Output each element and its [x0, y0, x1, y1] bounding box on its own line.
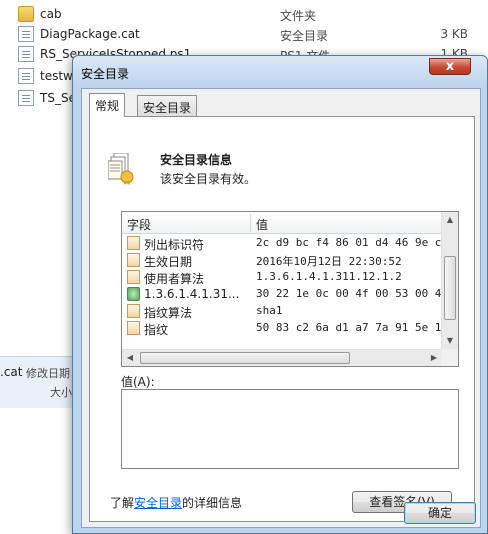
details-extension: .cat — [0, 365, 23, 379]
field-icon — [127, 321, 140, 335]
scroll-right-icon[interactable]: ▶ — [426, 350, 442, 366]
column-separator[interactable] — [250, 214, 251, 232]
file-name: TS_Se — [40, 91, 76, 105]
vertical-scroll-thumb[interactable] — [444, 256, 456, 320]
field-name: 指纹算法 — [144, 306, 193, 320]
title-bar[interactable]: 安全目录 x — [73, 56, 487, 88]
value-textbox[interactable] — [121, 389, 459, 469]
script-file-icon — [18, 46, 34, 62]
field-name: 使用者算法 — [144, 272, 205, 286]
field-value: 1.3.6.1.4.1.311.12.1.2 — [256, 270, 402, 283]
field-value: 30 22 1e 0c 00 4f 00 53 00 4... — [256, 287, 442, 300]
learn-more-text: 了解安全目录的详细信息 — [110, 494, 242, 511]
field-icon — [127, 236, 140, 250]
close-icon: x — [445, 59, 455, 74]
field-value: 2016年10月12日 22:30:52 — [256, 255, 402, 268]
file-name: testw — [40, 69, 73, 83]
general-tab-panel: 安全目录信息 该安全目录有效。 字段 值 列出标识符 2c d9 bc f4 8… — [89, 116, 475, 522]
extension-icon — [127, 287, 140, 301]
tab-security-catalog[interactable]: 安全目录 — [137, 95, 198, 117]
learn-more-link[interactable]: 安全目录 — [134, 496, 182, 510]
field-name: 列出标识符 — [144, 238, 205, 252]
field-name: 生效日期 — [144, 255, 193, 269]
list-item[interactable]: 指纹算法 sha1 — [122, 303, 442, 320]
file-row-cab[interactable]: cab 文件夹 — [18, 4, 488, 24]
list-item[interactable]: 生效日期 2016年10月12日 22:30:52 — [122, 252, 442, 269]
file-name: cab — [40, 7, 62, 21]
value-label: 值(A): — [121, 375, 155, 389]
file-type: 安全目录 — [280, 29, 329, 43]
column-value[interactable]: 值 — [256, 216, 268, 233]
list-item[interactable]: 指纹 50 83 c2 6a d1 a7 7a 91 5e 1... — [122, 320, 442, 337]
file-name: DiagPackage.cat — [40, 27, 140, 41]
details-pane: .cat 修改日期 大小 — [0, 356, 80, 408]
horizontal-scrollbar[interactable]: ◀ ▶ — [122, 349, 442, 366]
tab-label: 常规 — [95, 99, 120, 113]
details-size-label: 大小 — [50, 386, 72, 399]
tab-label: 安全目录 — [143, 101, 192, 115]
script-file-icon — [18, 90, 34, 106]
list-item[interactable]: 使用者算法 1.3.6.1.4.1.311.12.1.2 — [122, 269, 442, 286]
info-description: 该安全目录有效。 — [160, 172, 257, 186]
file-size: 3 KB — [440, 27, 468, 41]
field-value: 2c d9 bc f4 86 01 d4 46 9e c... — [256, 236, 442, 249]
tab-general[interactable]: 常规 — [89, 93, 126, 117]
field-icon — [127, 253, 140, 267]
scroll-down-icon[interactable]: ▼ — [442, 333, 458, 349]
scroll-left-icon[interactable]: ◀ — [122, 350, 138, 366]
catalog-info-icon — [108, 153, 134, 185]
details-modified-label: 修改日期 — [26, 367, 70, 380]
vertical-scrollbar[interactable]: ▲ ▼ — [441, 212, 458, 349]
scroll-corner — [441, 349, 458, 366]
file-icon — [18, 68, 34, 84]
field-icon — [127, 304, 140, 318]
field-name: 指纹 — [144, 323, 169, 337]
info-title: 安全目录信息 — [160, 153, 233, 167]
folder-icon — [18, 6, 34, 22]
field-name: 1.3.6.1.4.1.31... — [144, 287, 240, 301]
dialog-client: 常规 安全目录 安全目录信息 该安全目录有效。 字段 值 列出标识符 2c d9… — [81, 88, 481, 528]
learn-prefix: 了解 — [110, 496, 135, 510]
column-field[interactable]: 字段 — [127, 216, 151, 233]
list-item[interactable]: 列出标识符 2c d9 bc f4 86 01 d4 46 9e c... — [122, 235, 442, 252]
field-value: 50 83 c2 6a d1 a7 7a 91 5e 1... — [256, 321, 442, 334]
field-icon — [127, 270, 140, 284]
list-item[interactable]: 1.3.6.1.4.1.31... 30 22 1e 0c 00 4f 00 5… — [122, 286, 442, 303]
file-type: 文件夹 — [280, 9, 317, 23]
security-catalog-icon — [18, 26, 34, 42]
close-button[interactable]: x — [429, 58, 471, 75]
horizontal-scroll-thumb[interactable] — [140, 352, 350, 364]
ok-button[interactable]: 确定 — [404, 502, 476, 524]
list-header: 字段 值 — [122, 212, 442, 234]
file-row-diagpackage[interactable]: DiagPackage.cat 安全目录 3 KB — [18, 24, 488, 44]
security-catalog-dialog: 安全目录 x 常规 安全目录 安全目录信息 该安全目录有效。 字段 值 列出标识… — [72, 55, 488, 534]
learn-suffix: 的详细信息 — [182, 496, 243, 510]
field-value: sha1 — [256, 304, 283, 317]
field-list[interactable]: 字段 值 列出标识符 2c d9 bc f4 86 01 d4 46 9e c.… — [121, 211, 459, 367]
dialog-title: 安全目录 — [81, 67, 130, 81]
scroll-up-icon[interactable]: ▲ — [442, 212, 458, 228]
